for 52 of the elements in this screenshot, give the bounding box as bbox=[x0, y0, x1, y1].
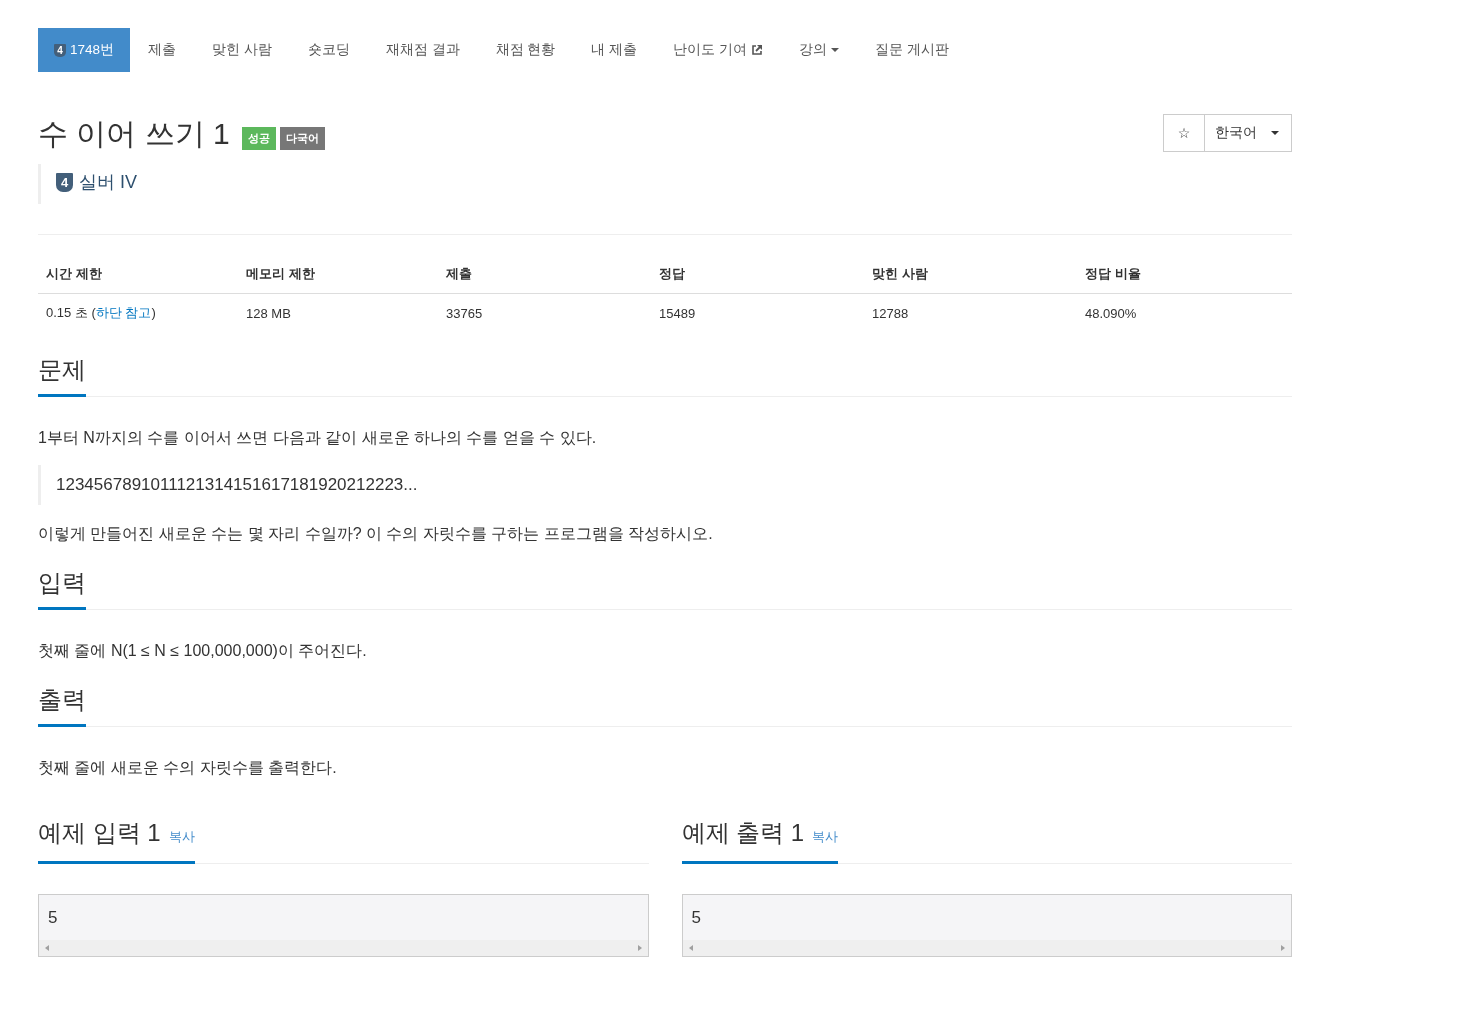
scroll-left-icon bbox=[45, 945, 49, 951]
section-heading: 출력 bbox=[38, 684, 86, 727]
external-link-icon bbox=[750, 44, 763, 56]
sample-heading: 예제 출력 1 bbox=[681, 819, 805, 846]
status-label: 다국어 bbox=[279, 127, 325, 150]
sample-heading: 예제 입력 1 bbox=[38, 819, 161, 846]
nav-tab[interactable]: 숏코딩 bbox=[289, 28, 368, 72]
table-cell: 12788 bbox=[872, 305, 909, 321]
paragraph: 첫째 줄에 N(1 ≤ N ≤ 100,000,000)이 주어진다. bbox=[38, 641, 368, 661]
nav-tab[interactable]: 질문 게시판 bbox=[856, 28, 967, 72]
scrollbar[interactable] bbox=[682, 940, 1291, 956]
scrollbar[interactable] bbox=[39, 940, 648, 956]
sample-value: 5 bbox=[690, 907, 702, 929]
table-cell: 33765 bbox=[446, 305, 483, 321]
copy-link[interactable]: 복사 bbox=[812, 829, 839, 844]
tier-badge-icon: 4 bbox=[56, 172, 73, 192]
quoted-number: 1234567891011121314151617181920212223... bbox=[38, 465, 1292, 505]
paragraph: 첫째 줄에 새로운 수의 자릿수를 출력한다. bbox=[38, 758, 338, 778]
status-label: 성공 bbox=[241, 127, 276, 150]
section-heading: 문제 bbox=[38, 354, 86, 397]
column-header: 정답 bbox=[651, 255, 864, 294]
table-cell: 48.090% bbox=[1085, 305, 1137, 321]
nav-tab[interactable]: 강의 bbox=[780, 28, 857, 72]
nav-tab[interactable]: 제출 bbox=[130, 28, 195, 72]
nav-tab[interactable]: 재채점 결과 bbox=[367, 28, 478, 72]
nav-tab[interactable]: 내 제출 bbox=[573, 28, 656, 72]
note-link[interactable]: 하단 참고 bbox=[95, 305, 152, 320]
nav-tab[interactable]: 4 1748번 bbox=[38, 28, 131, 72]
column-header: 메모리 제한 bbox=[238, 255, 438, 294]
nav-tab[interactable]: 맞힌 사람 bbox=[194, 28, 290, 72]
scroll-left-icon bbox=[688, 945, 693, 951]
problem-title: 수 이어 쓰기 1 bbox=[38, 116, 230, 152]
column-header: 정답 비율 bbox=[1077, 255, 1292, 294]
sample-value: 5 bbox=[47, 907, 59, 929]
caret-icon bbox=[1271, 131, 1279, 135]
paragraph: 1부터 N까지의 수를 이어서 쓰면 다음과 같이 새로운 하나의 수를 얻을 수 있다. bbox=[38, 428, 598, 448]
scroll-right-icon bbox=[1281, 945, 1285, 951]
column-header: 맞힌 사람 bbox=[864, 255, 1077, 294]
caret-icon bbox=[830, 48, 839, 52]
section-heading: 입력 bbox=[38, 567, 86, 610]
scroll-right-icon bbox=[637, 945, 642, 951]
table-cell: 128 MB bbox=[246, 305, 291, 321]
table-cell: 0.15 초 (하단 참고) bbox=[46, 305, 156, 320]
nav-tab[interactable]: 난이도 기여 bbox=[655, 28, 781, 72]
nav-tab[interactable]: 채점 현황 bbox=[477, 28, 574, 72]
paragraph: 이렇게 만들어진 새로운 수는 몇 자리 수일까? 이 수의 자릿수를 구하는 프로그램을 작성하시오. bbox=[38, 524, 714, 544]
column-header: 시간 제한 bbox=[38, 255, 238, 294]
column-header: 제출 bbox=[438, 255, 651, 294]
tier-badge-icon: 4 bbox=[54, 43, 66, 57]
tier-name: 실버 IV bbox=[79, 171, 137, 194]
copy-link[interactable]: 복사 bbox=[168, 829, 195, 844]
table-cell: 15489 bbox=[659, 305, 696, 321]
